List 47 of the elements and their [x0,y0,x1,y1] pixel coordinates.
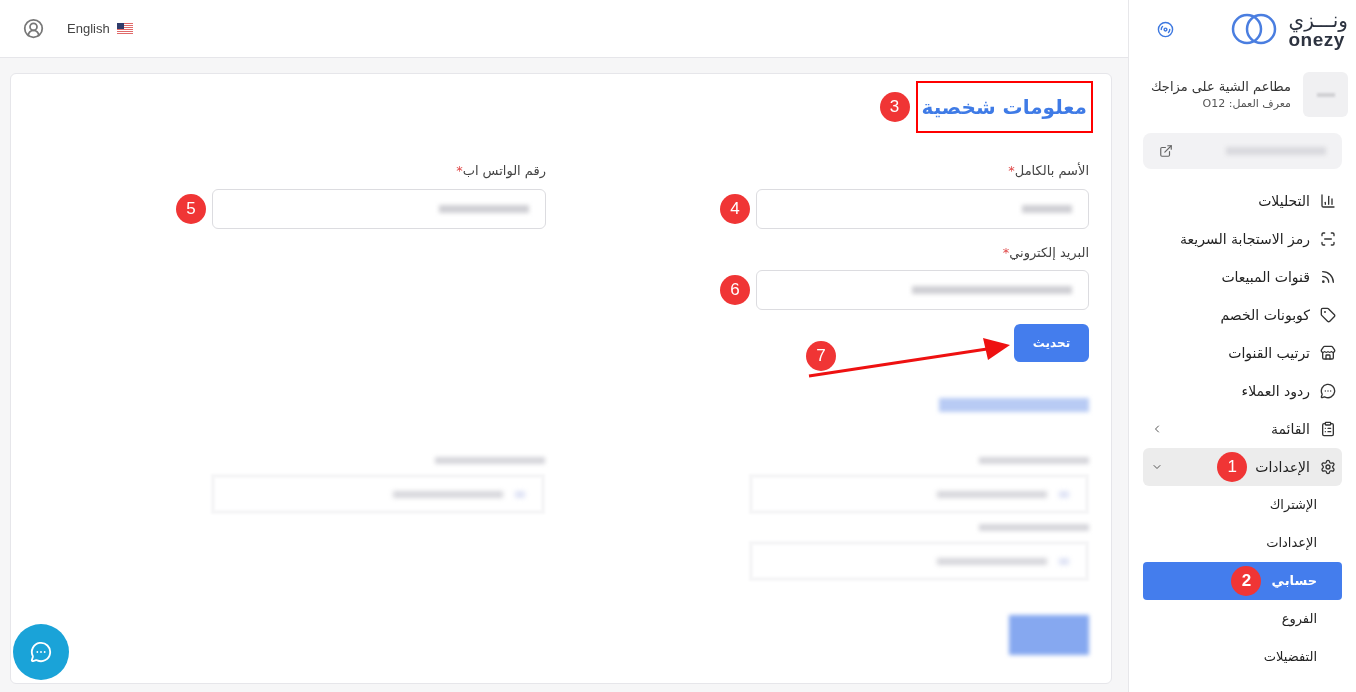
logo-icon [1230,12,1277,46]
field-label: البريد إلكتروني [1009,243,1089,262]
nav-subitem[interactable]: التفضيلات [1143,638,1342,676]
nav-subitem[interactable]: الفروع [1143,600,1342,638]
annotation-badge: 2 [1231,566,1262,596]
nav-subitem[interactable]: الإعدادات [1143,524,1342,562]
text-field[interactable] [212,188,546,229]
rss-icon [1320,269,1336,285]
bar-chart-icon [1320,193,1336,209]
business-id: معرف العمل: O12 [1201,96,1291,112]
nav-item[interactable]: ردود العملاء [1143,372,1342,410]
field-label: رقم الواتس اب [462,162,546,181]
nav-item[interactable]: قنوات المبيعات [1143,258,1342,296]
chat-bubble-icon [1320,383,1336,399]
us-flag-icon [116,23,133,34]
required-mark: * [1008,162,1015,180]
user-avatar-icon[interactable] [23,18,44,39]
nav-item[interactable]: القائمة [1143,410,1342,448]
annotation-badge: 1 [1217,452,1248,482]
external-link-icon[interactable] [1159,144,1173,158]
annotation-badge: 4 [720,193,750,224]
nav-item[interactable]: رمز الاستجابة السريعة [1143,220,1342,258]
annotation-badge: 6 [720,275,750,305]
language-label[interactable]: English [67,18,110,39]
nav-subitem[interactable]: الإشتراك [1143,486,1342,524]
required-mark: * [456,162,463,180]
tag-icon [1320,307,1336,323]
annotation-badge: 3 [879,92,910,122]
nav-item[interactable]: التحليلات [1143,182,1342,220]
business-name: مطاعم الشية على مزاجك [1150,77,1291,96]
business-logo [1303,72,1348,117]
text-field[interactable] [756,270,1089,310]
update-button[interactable]: تحديث [1014,324,1089,362]
settings-icon [1320,459,1336,475]
disc-icon[interactable] [1157,20,1174,38]
store-icon [1320,345,1336,361]
nav-item[interactable]: كوبونات الخصم [1143,296,1342,334]
annotation-badge: 7 [806,341,836,371]
annotation-badge: 5 [176,193,206,224]
field-label: الأسم بالكامل [1014,161,1089,181]
chat-icon [30,641,52,663]
clipboard-icon [1320,421,1336,437]
text-field[interactable] [756,188,1089,229]
required-mark: * [1002,243,1010,260]
section-title: معلومات شخصية [921,94,1087,121]
scan-icon [1320,231,1336,247]
nav-item[interactable]: ترتيب القنوات [1143,334,1342,372]
